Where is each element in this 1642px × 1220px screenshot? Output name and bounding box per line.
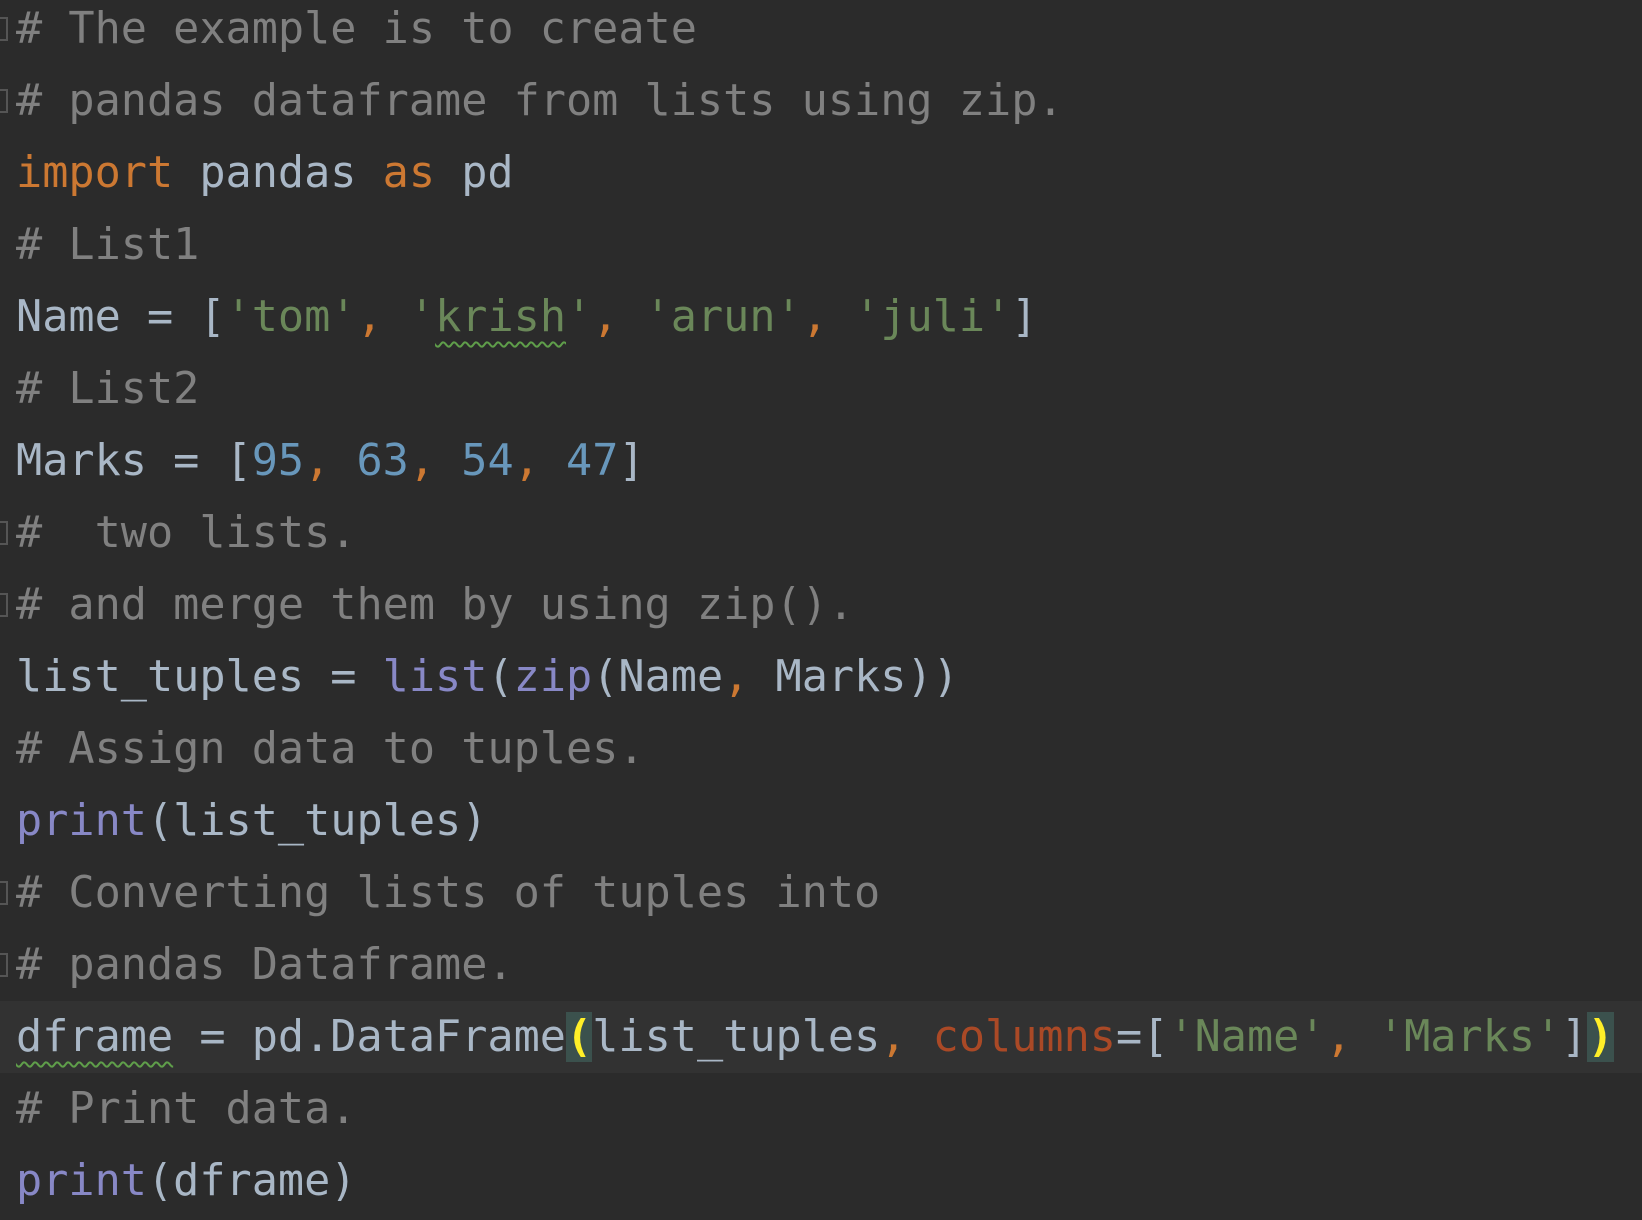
code-editor[interactable]: # The example is to create # pandas dataf…	[0, 0, 1642, 1217]
code-token: ,	[356, 292, 409, 342]
code-line[interactable]: Name = ['tom', 'krish', 'arun', 'juli']	[0, 281, 1642, 353]
fold-marker-icon[interactable]	[0, 953, 8, 977]
code-token: print	[16, 1156, 147, 1206]
code-token: pandas	[173, 148, 383, 198]
code-line[interactable]: # The example is to create	[0, 0, 1642, 65]
code-token: print	[16, 796, 147, 846]
code-line[interactable]: # List1	[0, 209, 1642, 281]
code-token: ,	[304, 436, 357, 486]
code-token: # Converting lists of tuples into	[16, 868, 881, 918]
code-token: ,	[723, 652, 776, 702]
code-token: (	[487, 652, 514, 702]
code-line[interactable]: dframe = pd.DataFrame(list_tuples, colum…	[0, 1001, 1642, 1073]
code-token: 'arun'	[644, 292, 802, 342]
code-token: import	[16, 148, 174, 198]
code-token: ,	[880, 1012, 933, 1062]
code-token: 95	[251, 436, 305, 486]
code-token: (	[565, 1012, 593, 1062]
code-token: 54	[461, 436, 514, 486]
fold-marker-icon[interactable]	[0, 593, 8, 617]
code-token: list_tuples =	[16, 652, 383, 702]
code-line[interactable]: import pandas as pd	[0, 137, 1642, 209]
code-token: (Name	[592, 652, 724, 702]
code-line[interactable]: # pandas Dataframe.	[0, 929, 1642, 1001]
code-token: 'tom'	[225, 292, 357, 342]
code-token: columns	[932, 1012, 1116, 1062]
code-line[interactable]: # and merge them by using zip().	[0, 569, 1642, 641]
code-token: # The example is to create	[16, 4, 697, 54]
code-line[interactable]: # two lists.	[0, 497, 1642, 569]
code-line[interactable]: # Assign data to tuples.	[0, 713, 1642, 785]
code-token: 'Marks'	[1377, 1012, 1562, 1062]
code-token: list_tuples	[592, 1012, 881, 1062]
code-token: ,	[592, 292, 645, 342]
code-token: ,	[1325, 1012, 1378, 1062]
code-token: # List2	[16, 364, 200, 414]
fold-marker-icon[interactable]	[0, 17, 8, 41]
code-line[interactable]: # Print data.	[0, 1073, 1642, 1145]
code-token: '	[566, 292, 593, 342]
code-line[interactable]: Marks = [95, 63, 54, 47]	[0, 425, 1642, 497]
code-token: ]	[1561, 1012, 1588, 1062]
code-token: # List1	[16, 220, 200, 270]
code-token: list	[382, 652, 488, 702]
code-token: zip	[513, 652, 593, 702]
code-token: 63	[356, 436, 409, 486]
code-token: (list_tuples)	[146, 796, 488, 846]
code-line[interactable]: # List2	[0, 353, 1642, 425]
code-token: ,	[801, 292, 855, 342]
code-token: 'juli'	[854, 292, 1012, 342]
code-line[interactable]: # Converting lists of tuples into	[0, 857, 1642, 929]
code-token: Marks))	[775, 652, 959, 702]
code-token: Name = [	[16, 292, 226, 342]
code-token: ,	[513, 436, 567, 486]
code-token: krish	[435, 292, 567, 342]
code-token: # Print data.	[16, 1084, 357, 1134]
code-token: # two lists.	[16, 508, 357, 558]
code-token: as	[382, 148, 436, 198]
code-token: # pandas dataframe from lists using zip.	[16, 76, 1064, 126]
code-token: # and merge them by using zip().	[16, 580, 855, 630]
code-line[interactable]: print(dframe)	[0, 1145, 1642, 1217]
code-token: # pandas Dataframe.	[16, 940, 514, 990]
fold-marker-icon[interactable]	[0, 881, 8, 905]
code-token: =[	[1116, 1012, 1169, 1062]
code-token: dframe	[16, 1012, 174, 1062]
code-line[interactable]: print(list_tuples)	[0, 785, 1642, 857]
code-line[interactable]: # pandas dataframe from lists using zip.	[0, 65, 1642, 137]
code-token: ]	[1011, 292, 1038, 342]
code-token: )	[1587, 1012, 1614, 1062]
fold-marker-icon[interactable]	[0, 89, 8, 113]
code-token: 47	[566, 436, 619, 486]
fold-marker-icon[interactable]	[0, 521, 8, 545]
code-token: ,	[408, 436, 462, 486]
code-token: '	[408, 292, 436, 342]
code-token: = pd.DataFrame	[173, 1012, 566, 1062]
code-token: # Assign data to tuples.	[16, 724, 645, 774]
code-token: 'Name'	[1168, 1012, 1326, 1062]
code-token: (dframe)	[146, 1156, 357, 1206]
code-token: Marks = [	[16, 436, 252, 486]
code-token: pd	[435, 148, 514, 198]
code-token: ]	[618, 436, 645, 486]
code-line[interactable]: list_tuples = list(zip(Name, Marks))	[0, 641, 1642, 713]
